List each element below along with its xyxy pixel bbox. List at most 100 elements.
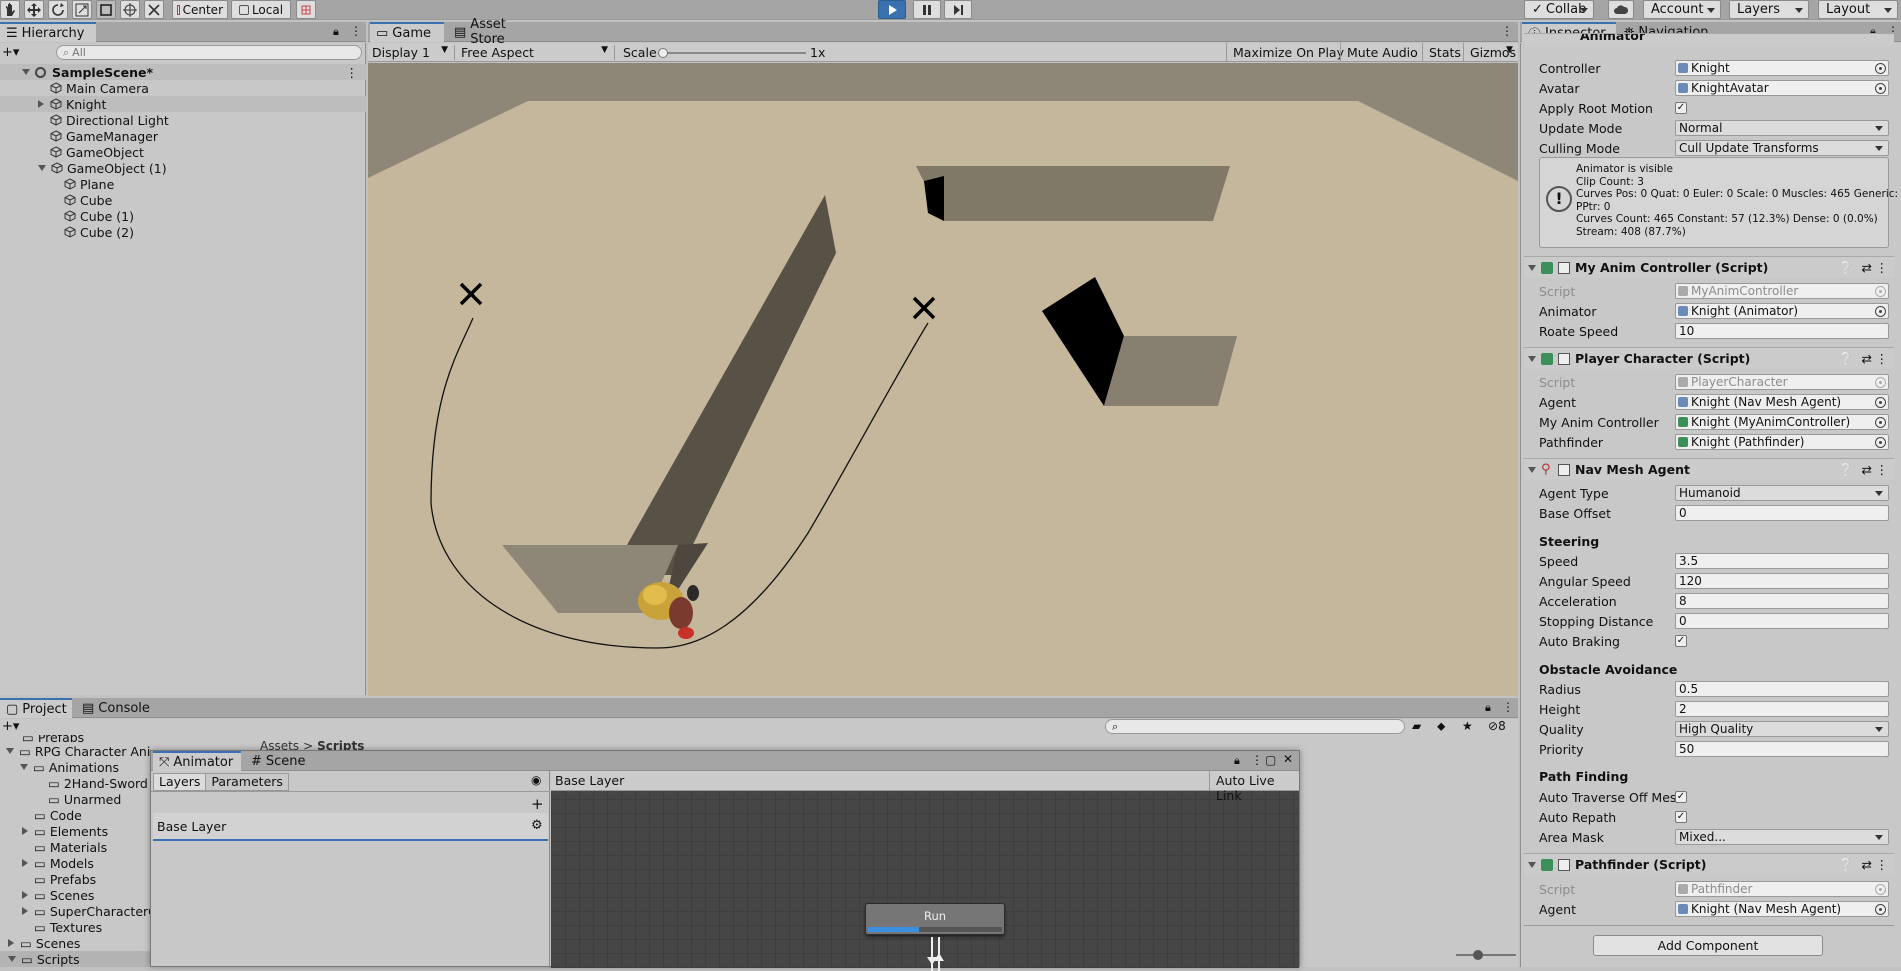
help-icon[interactable]: ❔ [1838,857,1854,873]
zoom-slider-knob[interactable] [1473,950,1483,960]
apply-root-motion-checkbox[interactable]: ✓ [1675,102,1687,114]
subtab-layers[interactable]: Layers [154,774,206,790]
step-button[interactable] [944,0,972,19]
panel-menu-icon[interactable]: ⋮ [1251,753,1263,767]
object-picker-icon[interactable] [1875,306,1886,317]
tab-scene[interactable]: # Scene [245,751,311,771]
radius-input[interactable]: 0.5 [1675,681,1889,697]
state-run[interactable]: Run [865,903,1005,935]
enable-checkbox[interactable] [1558,352,1570,365]
auto-live-link-button[interactable]: Auto Live Link [1209,771,1299,803]
hierarchy-item-cube-2[interactable]: Cube (2) [0,224,134,240]
hierarchy-item-gameobject[interactable]: GameObject [0,144,144,160]
tree-item-textures[interactable]: ▭ Textures [0,919,102,935]
height-input[interactable]: 2 [1675,701,1889,717]
controller-field[interactable]: Knight [1675,60,1889,76]
component-header-nav-mesh-agent[interactable]: ⚲ Nav Mesh Agent ❔ ⇄ ⋮ [1524,458,1894,480]
tree-item-rpg-character-anim[interactable]: ▭ RPG Character Anim [0,743,150,759]
pathfinder-field[interactable]: Knight (Pathfinder) [1675,434,1889,450]
stats-button[interactable]: Stats [1422,43,1465,62]
tree-item-2hand-sword[interactable]: ▭ 2Hand-Sword [0,775,148,791]
tree-item-materials[interactable]: ▭ Materials [0,839,107,855]
tree-item-scenes[interactable]: ▭ Scenes [0,887,94,903]
tree-item-models[interactable]: ▭ Models [0,855,94,871]
subtab-parameters[interactable]: Parameters [205,774,288,790]
create-plus-icon[interactable]: +▾ [2,719,19,734]
help-icon[interactable]: ❔ [1838,462,1854,478]
hierarchy-item-directional-light[interactable]: Directional Light [0,112,169,128]
play-button[interactable] [878,0,906,19]
hierarchy-item-main-camera[interactable]: Main Camera [0,80,149,96]
tree-item-scripts[interactable]: ▭ Scripts [0,951,150,967]
layout-dropdown[interactable]: Layout [1818,0,1898,19]
component-header-pathfinder[interactable]: Pathfinder (Script) ❔ ⇄ ⋮ [1524,853,1894,875]
rect-tool-icon[interactable] [96,0,116,19]
tab-project[interactable]: ▢ Project [0,698,72,718]
hierarchy-item-cube-1[interactable]: Cube (1) [0,208,134,224]
agent-field[interactable]: Knight (Nav Mesh Agent) [1675,901,1889,917]
pause-button[interactable] [913,0,941,19]
tree-item-unarmed[interactable]: ▭ Unarmed [0,791,121,807]
mute-audio-button[interactable]: Mute Audio [1340,43,1422,62]
rotate-tool-icon[interactable] [48,0,68,19]
create-plus-icon[interactable]: +▾ [2,45,19,60]
tree-item-prefabs-2[interactable]: ▭ Prefabs [0,871,96,887]
hidden-packages-icon[interactable]: ⊘ 8 [1488,719,1506,733]
gizmos-chevron-icon[interactable]: ▼ [1506,45,1513,55]
layers-dropdown[interactable]: Layers [1729,0,1809,19]
display-dropdown[interactable]: Display 1 ▼ [372,45,450,60]
eye-icon[interactable]: ◉ [531,773,541,787]
project-search-input[interactable]: ⌕ [1105,719,1405,734]
gear-icon[interactable]: ⚙ [531,818,543,833]
grid-snap-icon[interactable] [296,0,316,19]
lock-icon[interactable]: 🔒︎ [333,25,339,39]
preset-icon[interactable]: ⇄ [1862,260,1872,275]
agent-type-dropdown[interactable]: Humanoid [1675,485,1889,501]
tab-console[interactable]: ▤ Console [76,698,150,718]
panel-menu-icon[interactable]: ⋮ [350,24,362,38]
add-component-button[interactable]: Add Component [1593,935,1823,956]
favorite-star-icon[interactable]: ★ [1462,719,1473,733]
hierarchy-item-gameobject-1[interactable]: GameObject (1) [0,160,167,176]
game-viewport[interactable] [368,63,1518,696]
base-offset-input[interactable]: 0 [1675,505,1889,521]
transition-arrow-down[interactable] [931,937,933,971]
component-menu-icon[interactable]: ⋮ [1876,351,1889,366]
enable-checkbox[interactable] [1558,261,1570,274]
component-header-player-character[interactable]: Player Character (Script) ❔ ⇄ ⋮ [1524,347,1894,369]
enable-checkbox[interactable] [1558,463,1570,476]
help-icon[interactable]: ❔ [1838,351,1854,367]
help-icon[interactable]: ❔ [1838,260,1854,276]
agent-field[interactable]: Knight (Nav Mesh Agent) [1675,394,1889,410]
acceleration-input[interactable]: 8 [1675,593,1889,609]
scale-slider-track[interactable] [658,48,806,58]
tree-item-supercharacterc[interactable]: ▭ SuperCharacterC [0,903,150,919]
custom-tool-icon[interactable] [144,0,164,19]
quality-dropdown[interactable]: High Quality [1675,721,1889,737]
scene-menu-icon[interactable]: ⋮ [346,65,359,80]
graph-breadcrumb[interactable]: Base Layer [555,773,624,788]
move-tool-icon[interactable] [24,0,44,19]
hierarchy-item-gamemanager[interactable]: GameManager [0,128,158,144]
transform-tool-icon[interactable] [120,0,140,19]
object-picker-icon[interactable] [1875,397,1886,408]
tab-animator[interactable]: ⤧ Animator [153,751,241,771]
stopping-distance-input[interactable]: 0 [1675,613,1889,629]
component-header-my-anim-controller[interactable]: My Anim Controller (Script) ❔ ⇄ ⋮ [1524,256,1894,278]
hierarchy-item-plane[interactable]: Plane [0,176,114,192]
update-mode-dropdown[interactable]: Normal [1675,120,1889,136]
lock-icon[interactable]: 🔒︎ [1234,754,1240,768]
maximize-on-play-button[interactable]: Maximize On Play [1226,43,1348,62]
add-layer-plus-icon[interactable]: + [531,795,544,813]
avatar-field[interactable]: KnightAvatar [1675,80,1889,96]
component-menu-icon[interactable]: ⋮ [1876,260,1889,275]
hierarchy-item-cube[interactable]: Cube [0,192,112,208]
object-picker-icon[interactable] [1875,63,1886,74]
tab-hierarchy[interactable]: ☰ Hierarchy [0,22,96,42]
hand-tool-icon[interactable] [0,0,20,19]
culling-mode-dropdown[interactable]: Cull Update Transforms [1675,140,1889,156]
scene-row[interactable]: SampleScene* ⋮ [0,64,366,80]
collab-dropdown[interactable]: ✓ Collab [1524,0,1594,19]
filter-label-icon[interactable]: ⬥ [1437,719,1445,734]
my-anim-controller-field[interactable]: Knight (MyAnimController) [1675,414,1889,430]
